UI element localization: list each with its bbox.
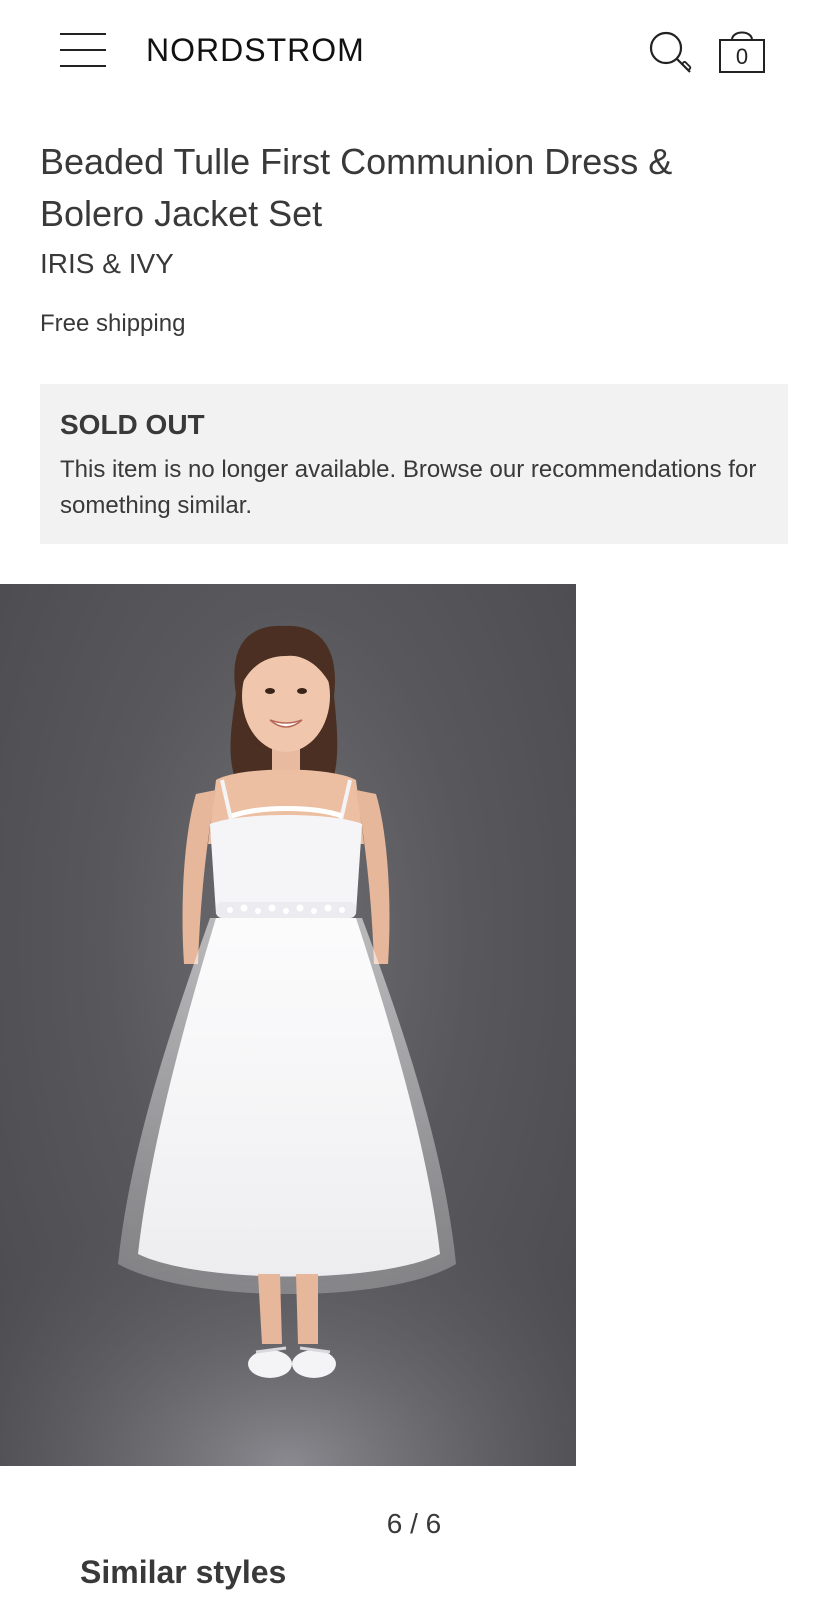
product-image[interactable] [0, 584, 576, 1466]
sold-out-heading: SOLD OUT [60, 409, 205, 440]
product-page: NORDSTROM 0 Beaded Tulle First Communion… [0, 0, 828, 1623]
site-header: NORDSTROM 0 [0, 0, 828, 100]
product-brand-link[interactable]: IRIS & IVY [40, 246, 174, 282]
similar-styles-heading: Similar styles [80, 1554, 287, 1590]
shopping-bag-button[interactable]: 0 [718, 26, 770, 76]
gallery-pager: 6 / 6 [386, 1508, 442, 1539]
sold-out-message: This item is no longer available. Browse… [60, 456, 757, 519]
search-icon[interactable] [648, 30, 694, 76]
shipping-info: Free shipping [40, 310, 186, 337]
bag-count: 0 [735, 44, 749, 69]
product-title: Beaded Tulle First Communion Dress & Bol… [40, 141, 673, 234]
hamburger-menu-icon[interactable] [60, 32, 106, 68]
nordstrom-logo[interactable]: NORDSTROM [146, 30, 365, 70]
sold-out-notice: SOLD OUT This item is no longer availabl… [40, 384, 788, 544]
